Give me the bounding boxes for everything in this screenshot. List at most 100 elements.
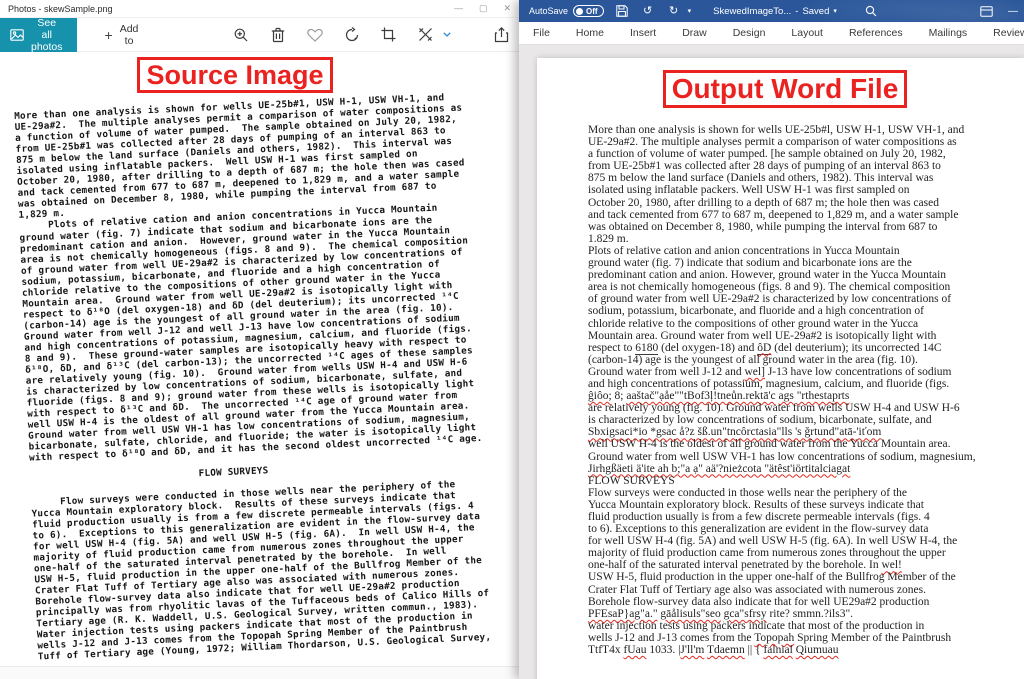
document-line: are relatively young (fig. 10). Ground w… [588,402,1024,414]
spellcheck-flagged-text: gāålisuls"seo [660,608,720,620]
photos-horizontal-scrollbar[interactable] [0,666,519,679]
document-line: Mountain area. Ground water from well UE… [588,330,1024,342]
ribbon-options-icon[interactable] [978,3,994,19]
close-icon[interactable]: ✕ [503,4,511,13]
search-icon[interactable] [863,3,879,19]
delete-icon[interactable] [269,26,286,43]
photos-window: Photos - skewSample.png — ▢ ✕ See all ph… [0,0,519,679]
spellcheck-flagged-text: fUau [623,644,646,656]
document-line: a function of volume of water pumped. [h… [588,148,1024,160]
tab-design[interactable]: Design [720,27,779,39]
tab-layout[interactable]: Layout [778,27,836,39]
photos-titlebar: Photos - skewSample.png — ▢ ✕ [0,0,519,18]
desktop: Photos - skewSample.png — ▢ ✕ See all ph… [0,0,1024,679]
spellcheck-flagged-text: Qiumuau [796,644,839,656]
tab-file[interactable]: File [533,27,563,39]
word-window: AutoSave Off ↺ ↻ ▾ SkewedImageTo... - Sa [519,0,1024,679]
document-line: is characterized by low concentrations o… [588,414,1024,426]
share-icon[interactable] [493,26,510,43]
document-line: from UE-25b#1 was collected after 28 day… [588,160,1024,172]
document-line: UE-29a#2. The multiple analyses permit a… [588,136,1024,148]
document-line: TtfT4x fUau 1033. |J'll'm Tdaemn || { fa… [588,644,1024,656]
add-to-label: Add to [120,23,139,47]
spellcheck-flagged-text: Tdaemn [707,644,745,656]
document-line: Sbxigsaci*io *gsac å?z šß.un"tncôrctasia… [588,426,1024,438]
document-line: well USW H-4 is the oldest of all ground… [588,438,1024,450]
tab-references[interactable]: References [836,27,916,39]
document-line: Crater Flat Tuff of Tertiary age also wa… [588,584,1024,596]
tab-review[interactable]: Review [980,27,1024,39]
document-line: majority of fluid production came from n… [588,547,1024,559]
redo-icon[interactable]: ↻ [666,3,682,19]
zoom-in-icon[interactable] [232,26,249,43]
document-line: one-half of the saturated interval penet… [588,559,1024,571]
add-to-button[interactable]: + Add to [99,22,145,48]
tab-draw[interactable]: Draw [669,27,720,39]
rotate-icon[interactable] [343,26,360,43]
spellcheck-flagged-text: gca"sfrsy [724,608,767,620]
document-line: More than one analysis is shown for well… [588,124,1024,136]
save-icon[interactable] [614,3,630,19]
document-line: for well USW H-4 (fig. 5A) and well USW … [588,535,1024,547]
spellcheck-flagged-text: wel! [881,559,901,571]
document-line: Ground water from well J-12 and wel] J-1… [588,366,1024,378]
favorite-icon[interactable] [306,26,323,43]
word-titlebar: AutoSave Off ↺ ↻ ▾ SkewedImageTo... - Sa [519,0,1024,22]
spellcheck-flagged-text: J'll'm [680,644,704,656]
document-line: 875 m below the land surface (Daniels an… [588,172,1024,184]
document-line: predominant cation and anion. However, g… [588,269,1024,281]
tab-home[interactable]: Home [563,27,617,39]
photos-toolbar: See all photos + Add to [0,18,519,52]
edit-icon[interactable] [417,26,434,43]
title-separator: - [795,6,798,17]
document-line: ĝiôo; 8; aaštač"ạåe""tBof3ļ!tneůn.rektā'… [588,390,1024,402]
document-line: Ground water from well USW VH-1 has low … [588,451,1024,463]
document-line: USW H-5, fluid production in the upper o… [588,571,1024,583]
tab-insert[interactable]: Insert [617,27,669,39]
document-line: isolated using inflatable packers. Well … [588,184,1024,196]
undo-icon[interactable]: ↺ [640,3,656,19]
document-line: chloride relative to the compositions of… [588,318,1024,330]
plus-icon: + [105,27,113,43]
document-line: sodium, potassium, bicarbonate, and fluo… [588,305,1024,317]
spellcheck-flagged-text: PFEsaP}ag"a." [588,608,658,620]
see-all-photos-button[interactable]: See all photos [0,18,77,52]
autosave-control: AutoSave Off [529,5,604,17]
source-image-annotation: Source Image [137,57,333,93]
spellcheck-flagged-text: ĝiôo; [588,390,612,402]
document-title[interactable]: SkewedImageTo... - Saved ▾ [713,6,837,17]
title-chevron-icon: ▾ [833,7,837,15]
document-line: was obtained on December 8, 1980, while … [588,221,1024,233]
image-viewer[interactable]: Source Image More than one analysis is s… [0,52,519,666]
chevron-down-icon[interactable] [442,26,451,43]
autosave-toggle[interactable]: Off [573,5,604,17]
document-line: and high concentrations of potassium, ma… [588,378,1024,390]
autosave-state: Off [586,7,598,16]
photo-icon [10,29,24,41]
maximize-icon[interactable]: ▢ [479,4,488,13]
crop-icon[interactable] [380,26,397,43]
document-page[interactable]: Output Word File More than one analysis … [537,58,1024,679]
toggle-knob-icon [576,8,583,15]
tab-mailings[interactable]: Mailings [916,27,981,39]
document-line: and tack cemented from 677 to 687 m, dee… [588,209,1024,221]
spellcheck-flagged-text: ags [779,390,794,402]
document-area: Output Word File More than one analysis … [519,45,1024,679]
spellcheck-flagged-text: Topopah [754,632,794,644]
spellcheck-flagged-text: Sbxigsaci*io *gsac å?z šß.un"tncôrctasia… [588,426,881,438]
document-line: PFEsaP}ag"a." gāålisuls"seo gca"sfrsy ri… [588,608,1024,620]
document-line: of ground water from well UE-29a#2 is ch… [588,293,1024,305]
spellcheck-flagged-text: Jirhgßäeti ä'ite ah b;"a ạ" aä'?nieżcota… [588,463,850,475]
quick-access-chevron-icon[interactable]: ▾ [688,7,692,15]
document-text: More than one analysis is shown for well… [588,124,1024,656]
document-line: Yucca Mountain exploratory block. Result… [588,499,1024,511]
document-line: Jirhgßäeti ä'ite ah b;"a ạ" aä'?nieżcota… [588,463,1024,475]
document-line: ground water (fig. 7) indicate that sodi… [588,257,1024,269]
document-line: respect to 6180 (del oxygen-18) and ôD (… [588,342,1024,354]
spellcheck-flagged-text: ôD [757,342,771,355]
minimize-icon[interactable]: — [454,4,463,13]
document-line: 1.829 m. [588,233,1024,245]
document-line: water injection tests using packers indi… [588,620,1024,632]
minimize-icon[interactable]: — [1008,6,1018,17]
document-line: Flow surveys were conducted in those wel… [588,487,1024,499]
